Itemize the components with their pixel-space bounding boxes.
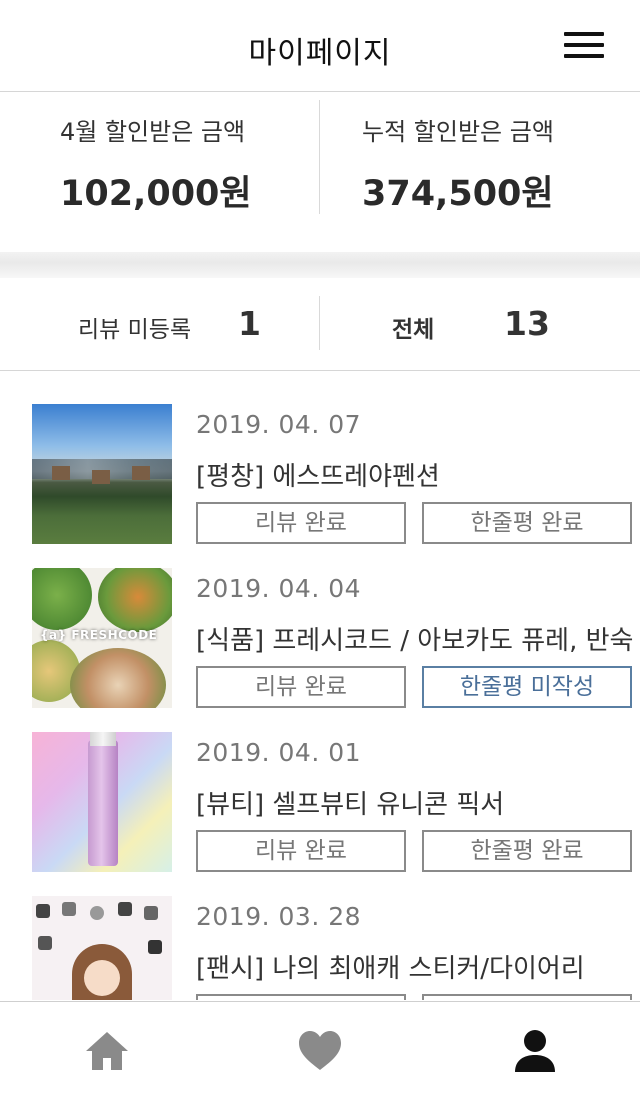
home-icon[interactable] bbox=[84, 1028, 130, 1074]
hamburger-menu-icon[interactable] bbox=[562, 30, 606, 60]
order-date: 2019. 04. 01 bbox=[196, 738, 362, 767]
thumbnail-detail bbox=[90, 906, 104, 920]
total-discount-value: 374,500원 bbox=[362, 174, 554, 214]
product-title[interactable]: [평창] 에스뜨레야펜션 bbox=[196, 456, 440, 493]
unregistered-review-count: 1 bbox=[238, 304, 261, 343]
review-status-button[interactable] bbox=[196, 994, 406, 1000]
monthly-discount: 4월 할인받은 금액 102,000원 bbox=[60, 112, 252, 216]
product-title[interactable]: [뷰티] 셀프뷰티 유니콘 픽서 bbox=[196, 784, 504, 821]
thumbnail-detail bbox=[132, 466, 150, 480]
thumbnail-detail bbox=[36, 904, 50, 918]
product-thumbnail[interactable] bbox=[32, 732, 172, 872]
product-thumbnail[interactable] bbox=[32, 896, 172, 1000]
total-discount-label: 누적 할인받은 금액 bbox=[362, 118, 554, 146]
product-title[interactable]: [팬시] 나의 최애캐 스티커/다이어리 bbox=[196, 948, 585, 985]
thumbnail-detail bbox=[148, 940, 162, 954]
thumbnail-detail bbox=[72, 944, 132, 1000]
thumbnail-detail bbox=[62, 902, 76, 916]
page-title: 마이페이지 bbox=[248, 36, 392, 71]
menu-line bbox=[564, 54, 604, 58]
order-date: 2019. 03. 28 bbox=[196, 902, 362, 931]
thumbnail-detail bbox=[144, 906, 158, 920]
list-item[interactable]: 2019. 03. 28 [팬시] 나의 최애캐 스티커/다이어리 bbox=[0, 864, 640, 1000]
thumbnail-detail bbox=[98, 568, 172, 632]
order-date: 2019. 04. 07 bbox=[196, 410, 362, 439]
discount-summary: 4월 할인받은 금액 102,000원 누적 할인받은 금액 374,500원 bbox=[0, 92, 640, 252]
section-separator bbox=[0, 252, 640, 278]
thumbnail-detail bbox=[90, 732, 116, 746]
order-date: 2019. 04. 04 bbox=[196, 574, 362, 603]
thumbnail-detail bbox=[52, 466, 70, 480]
divider bbox=[319, 100, 320, 214]
review-counts: 리뷰 미등록 1 전체 13 bbox=[0, 278, 640, 371]
menu-line bbox=[564, 43, 604, 47]
list-item[interactable]: 2019. 04. 01 [뷰티] 셀프뷰티 유니콘 픽서 리뷰 완료 한줄평 … bbox=[0, 700, 640, 872]
monthly-discount-value: 102,000원 bbox=[60, 174, 252, 214]
unregistered-review-tab[interactable]: 리뷰 미등록 bbox=[78, 310, 191, 344]
product-thumbnail[interactable] bbox=[32, 404, 172, 544]
total-discount: 누적 할인받은 금액 374,500원 bbox=[362, 112, 554, 216]
thumbnail-detail bbox=[84, 960, 120, 996]
oneline-status-button[interactable] bbox=[422, 994, 632, 1000]
product-title[interactable]: [식품] 프레시코드 / 아보카도 퓨레, 반숙 bbox=[196, 620, 633, 657]
thumbnail-detail bbox=[92, 470, 110, 484]
thumbnail-detail bbox=[70, 648, 166, 708]
heart-icon[interactable] bbox=[297, 1028, 343, 1074]
list-item[interactable]: {a} FRESHCODE 2019. 04. 04 [식품] 프레시코드 / … bbox=[0, 536, 640, 708]
all-review-tab[interactable]: 전체 bbox=[392, 310, 434, 344]
thumbnail-detail bbox=[38, 936, 52, 950]
top-header: 마이페이지 bbox=[0, 0, 640, 92]
brand-logo-text: {a} FRESHCODE bbox=[40, 628, 158, 642]
bottom-tab-bar bbox=[0, 1001, 640, 1100]
mypage-screen: 마이페이지 4월 할인받은 금액 102,000원 누적 할인받은 금액 374… bbox=[0, 0, 640, 1100]
monthly-discount-label: 4월 할인받은 금액 bbox=[60, 118, 246, 146]
thumbnail-detail bbox=[88, 740, 118, 866]
product-thumbnail[interactable]: {a} FRESHCODE bbox=[32, 568, 172, 708]
thumbnail-detail bbox=[32, 568, 92, 630]
thumbnail-detail bbox=[118, 902, 132, 916]
person-icon[interactable] bbox=[512, 1028, 558, 1074]
all-review-count: 13 bbox=[504, 304, 550, 343]
divider bbox=[319, 296, 320, 350]
purchase-list: 2019. 04. 07 [평창] 에스뜨레야펜션 리뷰 완료 한줄평 완료 {… bbox=[0, 372, 640, 1000]
menu-line bbox=[564, 32, 604, 36]
list-item[interactable]: 2019. 04. 07 [평창] 에스뜨레야펜션 리뷰 완료 한줄평 완료 bbox=[0, 372, 640, 544]
